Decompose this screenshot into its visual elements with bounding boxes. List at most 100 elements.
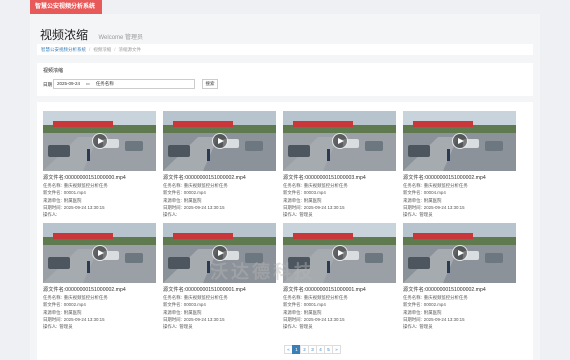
play-icon[interactable] <box>91 133 108 149</box>
source-key: 来源单位: <box>43 197 62 203</box>
source-value: 附属医院 <box>303 197 322 203</box>
task-value: 重庆视频监控分析任务 <box>183 295 228 300</box>
play-icon[interactable] <box>211 133 228 149</box>
date-key: 日期时间: <box>43 316 62 322</box>
video-meta: 任务名称: 重庆视频监控分析任务 新文件名: 00002.mp4 来源单位: 附属医院… <box>403 294 516 330</box>
video-meta: 任务名称: 重庆视频监控分析任务 新文件名: 00004.mp4 来源单位: 附属医院… <box>403 182 516 218</box>
operator-value: 管理员 <box>419 212 433 218</box>
video-thumbnail[interactable] <box>403 223 516 283</box>
source-filename[interactable]: 源文件名:00000000151000003.mp4 <box>283 174 396 181</box>
date-value: 2025-09-24 13:30:15 <box>423 204 465 210</box>
source-filename[interactable]: 源文件名:00000000151000002.mp4 <box>163 174 276 181</box>
operator-key: 操作人: <box>403 212 418 218</box>
newfile-key: 新文件名: <box>43 302 62 308</box>
title-row: 视频浓缩 Welcome 管理员 <box>40 26 143 44</box>
newfile-value: 00003.mp4 <box>183 302 206 308</box>
task-key: 任务名称: <box>403 295 422 300</box>
filter-title: 视频浓缩 <box>43 68 64 74</box>
breadcrumb-current: 浓缩源文件 <box>118 47 142 52</box>
filter-panel: 视频浓缩 日期 2025-09-24 ▭ 任务名称 搜索 <box>37 63 533 96</box>
newfile-key: 新文件名: <box>283 190 302 196</box>
video-meta: 任务名称: 重庆视频监控分析任务 新文件名: 00003.mp4 来源单位: 附属医院… <box>283 182 396 218</box>
date-value: 2025-09-24 13:30:15 <box>183 316 225 322</box>
newfile-key: 新文件名: <box>283 302 302 308</box>
play-icon[interactable] <box>331 245 348 261</box>
task-value: 重庆视频监控分析任务 <box>423 295 468 300</box>
newfile-value: 00002.mp4 <box>63 302 86 308</box>
newfile-key: 新文件名: <box>163 302 182 308</box>
video-card[interactable]: 源文件名:00000000151000002.mp4 任务名称: 重庆视频监控分析… <box>403 111 516 218</box>
date-value: 2025-09-24 13:30:15 <box>303 316 345 322</box>
source-filename[interactable]: 源文件名:00000000151000000.mp4 <box>43 174 156 181</box>
newfile-value: 00002.mp4 <box>423 302 446 308</box>
play-icon[interactable] <box>451 133 468 149</box>
search-button[interactable]: 搜索 <box>202 79 218 89</box>
video-thumbnail[interactable] <box>43 111 156 171</box>
operator-key: 操作人: <box>163 324 178 330</box>
source-filename[interactable]: 源文件名:00000000151000001.mp4 <box>163 286 276 293</box>
operator-value: 管理员 <box>299 212 313 218</box>
video-card[interactable]: 源文件名:00000000151000002.mp4 任务名称: 重庆视频监控分析… <box>163 111 276 218</box>
source-key: 来源单位: <box>163 309 182 315</box>
source-filename[interactable]: 源文件名:00000000151000001.mp4 <box>283 286 396 293</box>
date-input[interactable]: 2025-09-24 ▭ 任务名称 <box>53 79 195 89</box>
date-key: 日期时间: <box>163 316 182 322</box>
video-meta: 任务名称: 重庆视频监控分析任务 新文件名: 00001.mp4 来源单位: 附属医院… <box>43 182 156 218</box>
newfile-key: 新文件名: <box>403 302 422 308</box>
source-value: 附属医院 <box>183 309 202 315</box>
pagination: «1 2 3 4 5» <box>284 345 341 354</box>
video-card[interactable]: 源文件名:00000000151000003.mp4 任务名称: 重庆视频监控分析… <box>283 111 396 218</box>
newfile-key: 新文件名: <box>403 190 422 196</box>
page-title: 视频浓缩 <box>40 28 89 42</box>
date-value: 2025-09-24 <box>57 81 81 86</box>
video-card[interactable]: 源文件名:00000000151000000.mp4 任务名称: 重庆视频监控分析… <box>43 111 156 218</box>
calendar-icon[interactable]: ▭ <box>86 81 90 86</box>
breadcrumb-video[interactable]: 视频浓缩 <box>93 47 111 52</box>
video-thumbnail[interactable] <box>403 111 516 171</box>
source-value: 附属医院 <box>423 197 442 203</box>
newfile-value: 00001.mp4 <box>63 190 86 196</box>
breadcrumb-home[interactable]: 智慧公安视频分析系统 <box>41 47 86 52</box>
pagination-next[interactable]: » <box>332 345 341 354</box>
operator-key: 操作人: <box>163 212 178 218</box>
video-card[interactable]: 源文件名:00000000151000002.mp4 任务名称: 重庆视频监控分析… <box>403 223 516 330</box>
breadcrumb: 智慧公安视频分析系统 / 视频浓缩 / 浓缩源文件 <box>37 44 533 55</box>
source-value: 附属医院 <box>183 197 202 203</box>
date-key: 日期时间: <box>43 204 62 210</box>
source-value: 附属医院 <box>303 309 322 315</box>
newfile-key: 新文件名: <box>43 190 62 196</box>
play-icon[interactable] <box>91 245 108 261</box>
video-thumbnail[interactable] <box>163 111 276 171</box>
video-thumbnail[interactable] <box>283 111 396 171</box>
date-key: 日期时间: <box>163 204 182 210</box>
operator-key: 操作人: <box>43 324 58 330</box>
app-brand: 智慧公安视频分析系统 <box>30 0 102 14</box>
play-icon[interactable] <box>331 133 348 149</box>
video-card[interactable]: 源文件名:00000000151000002.mp4 任务名称: 重庆视频监控分析… <box>43 223 156 330</box>
source-value: 附属医院 <box>63 309 82 315</box>
task-value: 重庆视频监控分析任务 <box>303 295 348 300</box>
task-key: 任务名称: <box>43 183 62 188</box>
date-value: 2025-09-24 13:30:15 <box>423 316 465 322</box>
source-key: 来源单位: <box>43 309 62 315</box>
task-value: 重庆视频监控分析任务 <box>183 183 228 188</box>
task-value: 重庆视频监控分析任务 <box>63 295 108 300</box>
video-thumbnail[interactable] <box>43 223 156 283</box>
source-key: 来源单位: <box>283 309 302 315</box>
source-filename[interactable]: 源文件名:00000000151000002.mp4 <box>43 286 156 293</box>
operator-key: 操作人: <box>283 324 298 330</box>
newfile-value: 00004.mp4 <box>423 190 446 196</box>
watermark: 沃达德科技 <box>210 262 315 282</box>
video-meta: 任务名称: 重庆视频监控分析任务 新文件名: 00003.mp4 来源单位: 附属医院… <box>163 294 276 330</box>
operator-value: 管理员 <box>419 324 433 330</box>
operator-key: 操作人: <box>403 324 418 330</box>
source-value: 附属医院 <box>423 309 442 315</box>
play-icon[interactable] <box>451 245 468 261</box>
main-page: 视频浓缩 Welcome 管理员 智慧公安视频分析系统 / 视频浓缩 / 浓缩源文件 视… <box>30 14 540 360</box>
date-key: 日期时间: <box>283 316 302 322</box>
source-filename[interactable]: 源文件名:00000000151000002.mp4 <box>403 286 516 293</box>
newfile-value: 00002.mp4 <box>183 190 206 196</box>
source-filename[interactable]: 源文件名:00000000151000002.mp4 <box>403 174 516 181</box>
task-key: 任务名称: <box>43 295 62 300</box>
task-value: 重庆视频监控分析任务 <box>63 183 108 188</box>
